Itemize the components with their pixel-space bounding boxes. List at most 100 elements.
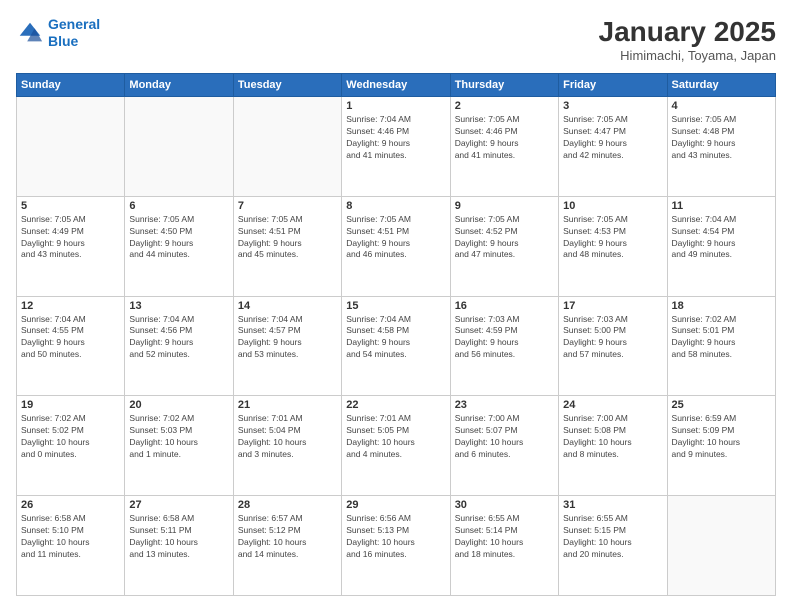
day-number: 24 bbox=[563, 399, 662, 411]
table-row: 17 Sunrise: 7:03 AM Sunset: 5:00 PM Dayli… bbox=[559, 296, 667, 396]
table-row: 24 Sunrise: 7:00 AM Sunset: 5:08 PM Dayli… bbox=[559, 396, 667, 496]
day-info: Sunrise: 7:00 AM Sunset: 5:08 PM Dayligh… bbox=[563, 413, 662, 461]
day-number: 3 bbox=[563, 100, 662, 112]
day-number: 21 bbox=[238, 399, 337, 411]
table-row: 4 Sunrise: 7:05 AM Sunset: 4:48 PM Daylig… bbox=[667, 97, 775, 197]
table-row: 27 Sunrise: 6:58 AM Sunset: 5:11 PM Dayli… bbox=[125, 496, 233, 596]
day-info: Sunrise: 7:03 AM Sunset: 4:59 PM Dayligh… bbox=[455, 314, 554, 362]
table-row: 6Sunrise: 7:05 AM Sunset: 4:50 PM Daylig… bbox=[125, 196, 233, 296]
day-info: Sunrise: 7:05 AM Sunset: 4:52 PM Dayligh… bbox=[455, 214, 554, 262]
day-info: Sunrise: 6:59 AM Sunset: 5:09 PM Dayligh… bbox=[672, 413, 771, 461]
table-row: 16 Sunrise: 7:03 AM Sunset: 4:59 PM Dayli… bbox=[450, 296, 558, 396]
day-info: Sunrise: 7:02 AM Sunset: 5:03 PM Dayligh… bbox=[129, 413, 228, 461]
day-number: 10 bbox=[563, 200, 662, 212]
day-number: 26 bbox=[21, 499, 120, 511]
logo: General Blue bbox=[16, 16, 100, 50]
day-info: Sunrise: 6:57 AM Sunset: 5:12 PM Dayligh… bbox=[238, 513, 337, 561]
calendar-week-row: 5Sunrise: 7:05 AM Sunset: 4:49 PM Daylig… bbox=[17, 196, 776, 296]
header: General Blue January 2025 Himimachi, Toy… bbox=[16, 16, 776, 63]
day-info: Sunrise: 7:05 AM Sunset: 4:51 PM Dayligh… bbox=[346, 214, 445, 262]
day-number: 23 bbox=[455, 399, 554, 411]
day-number: 18 bbox=[672, 300, 771, 312]
calendar-header-row: Sunday Monday Tuesday Wednesday Thursday… bbox=[17, 74, 776, 97]
table-row: 15Sunrise: 7:04 AM Sunset: 4:58 PM Dayli… bbox=[342, 296, 450, 396]
day-number: 19 bbox=[21, 399, 120, 411]
table-row: 1 Sunrise: 7:04 AM Sunset: 4:46 PM Daylig… bbox=[342, 97, 450, 197]
day-number: 20 bbox=[129, 399, 228, 411]
table-row: 21Sunrise: 7:01 AM Sunset: 5:04 PM Dayli… bbox=[233, 396, 341, 496]
day-number: 17 bbox=[563, 300, 662, 312]
title-block: January 2025 Himimachi, Toyama, Japan bbox=[599, 16, 776, 63]
table-row: 11 Sunrise: 7:04 AM Sunset: 4:54 PM Dayli… bbox=[667, 196, 775, 296]
calendar-week-row: 1 Sunrise: 7:04 AM Sunset: 4:46 PM Daylig… bbox=[17, 97, 776, 197]
table-row: 8 Sunrise: 7:05 AM Sunset: 4:51 PM Daylig… bbox=[342, 196, 450, 296]
day-number: 14 bbox=[238, 300, 337, 312]
day-number: 27 bbox=[129, 499, 228, 511]
day-info: Sunrise: 7:04 AM Sunset: 4:55 PM Dayligh… bbox=[21, 314, 120, 362]
table-row: 31 Sunrise: 6:55 AM Sunset: 5:15 PM Dayli… bbox=[559, 496, 667, 596]
logo-icon bbox=[16, 19, 44, 47]
day-number: 8 bbox=[346, 200, 445, 212]
calendar-week-row: 19Sunrise: 7:02 AM Sunset: 5:02 PM Dayli… bbox=[17, 396, 776, 496]
day-number: 30 bbox=[455, 499, 554, 511]
table-row: 19Sunrise: 7:02 AM Sunset: 5:02 PM Dayli… bbox=[17, 396, 125, 496]
table-row: 20 Sunrise: 7:02 AM Sunset: 5:03 PM Dayli… bbox=[125, 396, 233, 496]
day-number: 16 bbox=[455, 300, 554, 312]
day-number: 1 bbox=[346, 100, 445, 112]
calendar-week-row: 26 Sunrise: 6:58 AM Sunset: 5:10 PM Dayli… bbox=[17, 496, 776, 596]
day-info: Sunrise: 7:05 AM Sunset: 4:46 PM Dayligh… bbox=[455, 114, 554, 162]
day-info: Sunrise: 7:00 AM Sunset: 5:07 PM Dayligh… bbox=[455, 413, 554, 461]
col-friday: Friday bbox=[559, 74, 667, 97]
day-info: Sunrise: 7:05 AM Sunset: 4:53 PM Dayligh… bbox=[563, 214, 662, 262]
day-number: 22 bbox=[346, 399, 445, 411]
day-info: Sunrise: 6:58 AM Sunset: 5:11 PM Dayligh… bbox=[129, 513, 228, 561]
table-row: 12 Sunrise: 7:04 AM Sunset: 4:55 PM Dayli… bbox=[17, 296, 125, 396]
table-row: 10 Sunrise: 7:05 AM Sunset: 4:53 PM Dayli… bbox=[559, 196, 667, 296]
col-saturday: Saturday bbox=[667, 74, 775, 97]
day-info: Sunrise: 7:03 AM Sunset: 5:00 PM Dayligh… bbox=[563, 314, 662, 362]
day-number: 28 bbox=[238, 499, 337, 511]
day-info: Sunrise: 7:04 AM Sunset: 4:57 PM Dayligh… bbox=[238, 314, 337, 362]
table-row: 5Sunrise: 7:05 AM Sunset: 4:49 PM Daylig… bbox=[17, 196, 125, 296]
table-row: 28 Sunrise: 6:57 AM Sunset: 5:12 PM Dayli… bbox=[233, 496, 341, 596]
day-info: Sunrise: 7:05 AM Sunset: 4:49 PM Dayligh… bbox=[21, 214, 120, 262]
month-title: January 2025 bbox=[599, 16, 776, 48]
col-wednesday: Wednesday bbox=[342, 74, 450, 97]
day-number: 6 bbox=[129, 200, 228, 212]
day-number: 11 bbox=[672, 200, 771, 212]
day-number: 31 bbox=[563, 499, 662, 511]
day-info: Sunrise: 7:04 AM Sunset: 4:46 PM Dayligh… bbox=[346, 114, 445, 162]
table-row bbox=[667, 496, 775, 596]
location: Himimachi, Toyama, Japan bbox=[599, 48, 776, 63]
table-row: 29Sunrise: 6:56 AM Sunset: 5:13 PM Dayli… bbox=[342, 496, 450, 596]
day-info: Sunrise: 7:04 AM Sunset: 4:54 PM Dayligh… bbox=[672, 214, 771, 262]
col-tuesday: Tuesday bbox=[233, 74, 341, 97]
table-row: 7Sunrise: 7:05 AM Sunset: 4:51 PM Daylig… bbox=[233, 196, 341, 296]
table-row: 14 Sunrise: 7:04 AM Sunset: 4:57 PM Dayli… bbox=[233, 296, 341, 396]
day-info: Sunrise: 7:01 AM Sunset: 5:05 PM Dayligh… bbox=[346, 413, 445, 461]
day-number: 2 bbox=[455, 100, 554, 112]
col-sunday: Sunday bbox=[17, 74, 125, 97]
table-row bbox=[17, 97, 125, 197]
table-row: 30Sunrise: 6:55 AM Sunset: 5:14 PM Dayli… bbox=[450, 496, 558, 596]
table-row bbox=[125, 97, 233, 197]
logo-text: General Blue bbox=[48, 16, 100, 50]
day-info: Sunrise: 7:05 AM Sunset: 4:48 PM Dayligh… bbox=[672, 114, 771, 162]
day-info: Sunrise: 6:55 AM Sunset: 5:15 PM Dayligh… bbox=[563, 513, 662, 561]
day-info: Sunrise: 7:02 AM Sunset: 5:01 PM Dayligh… bbox=[672, 314, 771, 362]
table-row bbox=[233, 97, 341, 197]
day-number: 12 bbox=[21, 300, 120, 312]
table-row: 9Sunrise: 7:05 AM Sunset: 4:52 PM Daylig… bbox=[450, 196, 558, 296]
table-row: 13Sunrise: 7:04 AM Sunset: 4:56 PM Dayli… bbox=[125, 296, 233, 396]
day-number: 29 bbox=[346, 499, 445, 511]
calendar-table: Sunday Monday Tuesday Wednesday Thursday… bbox=[16, 73, 776, 596]
table-row: 26 Sunrise: 6:58 AM Sunset: 5:10 PM Dayli… bbox=[17, 496, 125, 596]
day-number: 15 bbox=[346, 300, 445, 312]
col-monday: Monday bbox=[125, 74, 233, 97]
table-row: 2 Sunrise: 7:05 AM Sunset: 4:46 PM Daylig… bbox=[450, 97, 558, 197]
day-number: 4 bbox=[672, 100, 771, 112]
day-info: Sunrise: 7:05 AM Sunset: 4:51 PM Dayligh… bbox=[238, 214, 337, 262]
day-info: Sunrise: 6:58 AM Sunset: 5:10 PM Dayligh… bbox=[21, 513, 120, 561]
day-number: 25 bbox=[672, 399, 771, 411]
day-number: 13 bbox=[129, 300, 228, 312]
